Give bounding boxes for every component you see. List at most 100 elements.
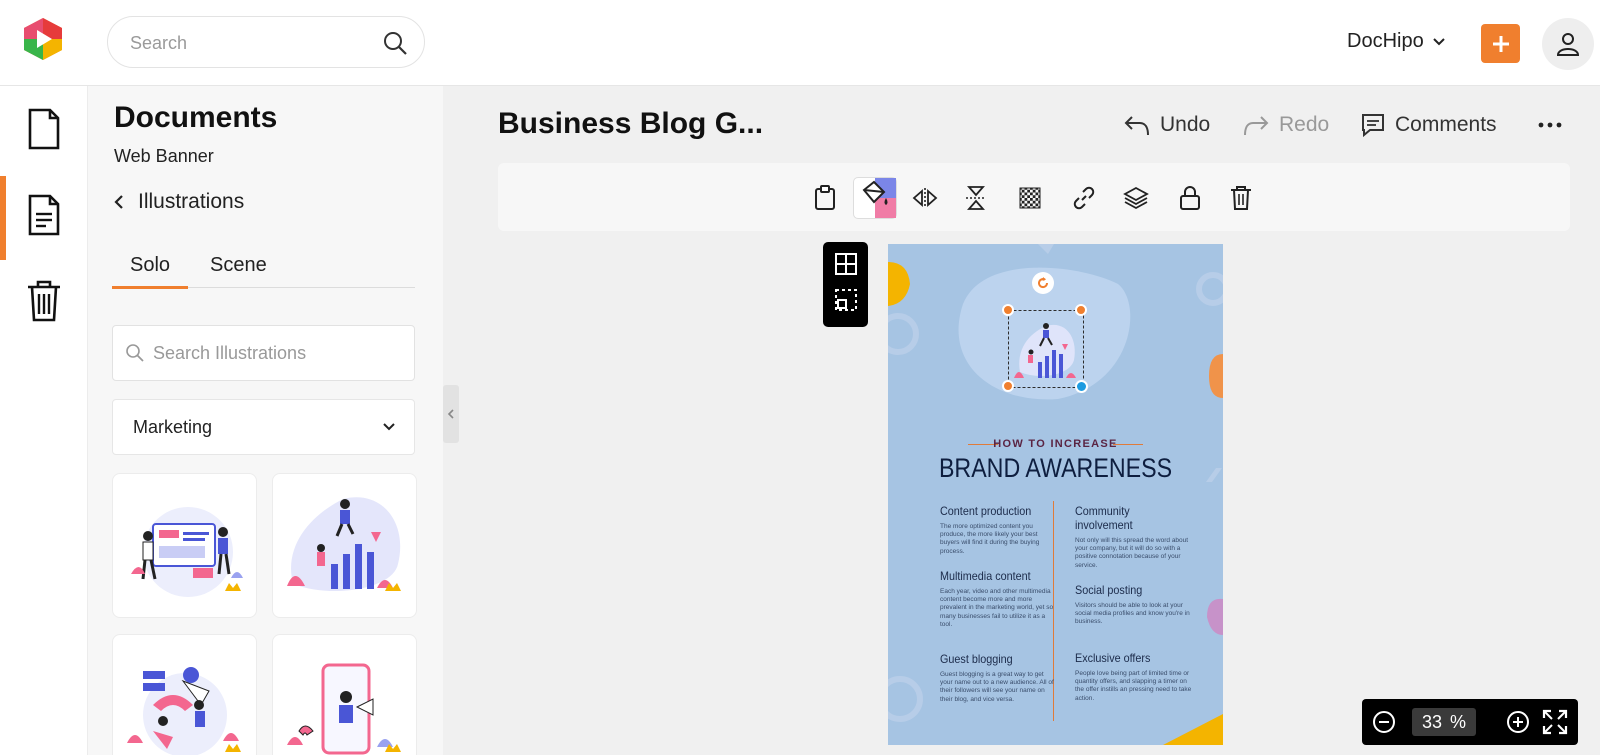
back-label: Illustrations (138, 190, 245, 213)
document-title[interactable]: Business Blog G... (498, 107, 763, 141)
rotate-handle[interactable] (1032, 272, 1054, 294)
collapse-panel-handle[interactable] (443, 385, 459, 443)
section-title: Community involvement (1075, 504, 1133, 532)
resize-handle-top-right[interactable] (1075, 304, 1087, 316)
illustration-card[interactable] (272, 634, 417, 755)
workspace-dropdown[interactable]: DocHipo (1347, 30, 1446, 53)
illustration-card[interactable] (112, 473, 257, 618)
undo-button[interactable]: Undo (1124, 113, 1210, 137)
resize-handle-top-left[interactable] (1002, 304, 1014, 316)
comments-button[interactable]: Comments (1361, 113, 1497, 137)
poster-section: Content production The more optimized co… (940, 504, 1058, 556)
link-button[interactable] (1064, 178, 1104, 218)
resize-handle-bottom-left[interactable] (1002, 380, 1014, 392)
zoom-unit: % (1450, 711, 1467, 732)
section-title: Multimedia content (940, 569, 1031, 583)
plus-icon (1491, 34, 1511, 54)
zoom-value-field[interactable]: 33 % (1412, 708, 1476, 736)
undo-icon (1124, 113, 1150, 137)
poster-section: Multimedia content Each year, video and … (940, 569, 1058, 629)
clipboard-icon (814, 185, 836, 211)
paste-button[interactable] (805, 178, 845, 218)
templates-icon (26, 194, 62, 236)
poster-section: Guest blogging Guest blogging is a great… (940, 652, 1058, 704)
section-title: Content production (940, 504, 1032, 518)
tab-scene[interactable]: Scene (210, 254, 267, 277)
redo-label: Redo (1279, 113, 1330, 136)
global-search-input[interactable]: Search (107, 16, 425, 68)
section-body: The more optimized content you produce, … (940, 523, 1040, 555)
section-body: Not only will this spread the word about… (1075, 537, 1189, 569)
chevron-left-icon (447, 408, 455, 420)
category-select[interactable]: Marketing (112, 399, 415, 455)
trash-icon (1230, 185, 1252, 211)
resize-handle-bottom-right[interactable] (1075, 380, 1088, 393)
chevron-left-icon (114, 194, 124, 210)
fullscreen-icon[interactable] (1542, 709, 1568, 735)
section-title: Social posting (1075, 583, 1143, 597)
poster-section: Exclusive offers People love being part … (1075, 651, 1193, 703)
section-body: Each year, video and other multimedia co… (940, 588, 1054, 628)
redo-button[interactable]: Redo (1243, 113, 1329, 137)
panel-title: Documents (114, 101, 278, 134)
illustration-card[interactable] (112, 634, 257, 755)
delete-element-button[interactable] (1221, 178, 1261, 218)
zoom-in-icon[interactable] (1506, 710, 1530, 734)
illustration-tabs: Solo Scene (112, 250, 415, 289)
comments-label: Comments (1395, 113, 1497, 136)
poster-headline: BRAND AWARENESS (938, 453, 1173, 483)
tab-solo[interactable]: Solo (130, 254, 170, 277)
documents-icon (26, 108, 62, 150)
lock-button[interactable] (1170, 178, 1210, 218)
poster-section: Social posting Visitors should be able t… (1075, 583, 1193, 627)
search-placeholder: Search (130, 33, 188, 53)
user-avatar-button[interactable] (1542, 18, 1594, 70)
section-body: Guest blogging is a great way to get you… (940, 671, 1054, 703)
panel-subtitle: Web Banner (114, 146, 214, 166)
rotate-icon (1036, 276, 1050, 290)
crop-select-icon[interactable] (834, 288, 858, 312)
left-rail (0, 86, 88, 755)
zoom-value: 33 (1421, 711, 1442, 732)
magnet-illustration (127, 667, 241, 755)
chevron-down-icon (382, 422, 396, 432)
rail-documents[interactable] (0, 86, 88, 172)
lock-icon (1179, 185, 1201, 211)
transparency-button[interactable] (1010, 178, 1050, 218)
rail-trash[interactable] (0, 258, 88, 344)
illustration-card[interactable] (272, 473, 417, 618)
floating-toolbar (823, 242, 868, 327)
illustration-search-input[interactable]: Search Illustrations (112, 325, 415, 381)
design-canvas[interactable]: HOW TO INCREASE BRAND AWARENESS Content … (888, 244, 1223, 745)
grid-icon[interactable] (834, 252, 858, 276)
flip-vertical-button[interactable] (956, 178, 996, 218)
create-button[interactable] (1481, 24, 1520, 63)
search-icon[interactable] (382, 30, 408, 56)
flip-horizontal-button[interactable] (905, 178, 945, 218)
element-toolbar (498, 163, 1570, 231)
paint-bucket-icon (854, 178, 896, 218)
zoom-out-icon[interactable] (1372, 710, 1396, 734)
active-tab-underline (112, 286, 188, 289)
poster-kicker: HOW TO INCREASE (993, 438, 1118, 450)
section-title: Exclusive offers (1075, 651, 1151, 665)
undo-label: Undo (1160, 113, 1211, 136)
brand-label: DocHipo (1347, 30, 1424, 52)
more-horizontal-icon (1537, 117, 1563, 133)
layers-icon (1123, 186, 1149, 210)
poster-section: Community involvement Not only will this… (1075, 504, 1193, 570)
color-fill-button[interactable] (854, 178, 896, 218)
rail-templates[interactable] (0, 172, 88, 258)
back-to-illustrations[interactable]: Illustrations (114, 190, 244, 214)
layers-button[interactable] (1116, 178, 1156, 218)
marketing-illustration (131, 507, 243, 597)
section-body: Visitors should be able to look at your … (1075, 602, 1190, 626)
search-icon (125, 343, 145, 363)
dochipo-logo[interactable] (20, 16, 66, 62)
selected-illustration[interactable] (1008, 310, 1084, 388)
redo-icon (1243, 113, 1269, 137)
more-options-button[interactable] (1537, 117, 1563, 133)
growth-chart-illustration (287, 497, 401, 592)
checkerboard-icon (1019, 187, 1041, 209)
link-icon (1072, 186, 1096, 210)
